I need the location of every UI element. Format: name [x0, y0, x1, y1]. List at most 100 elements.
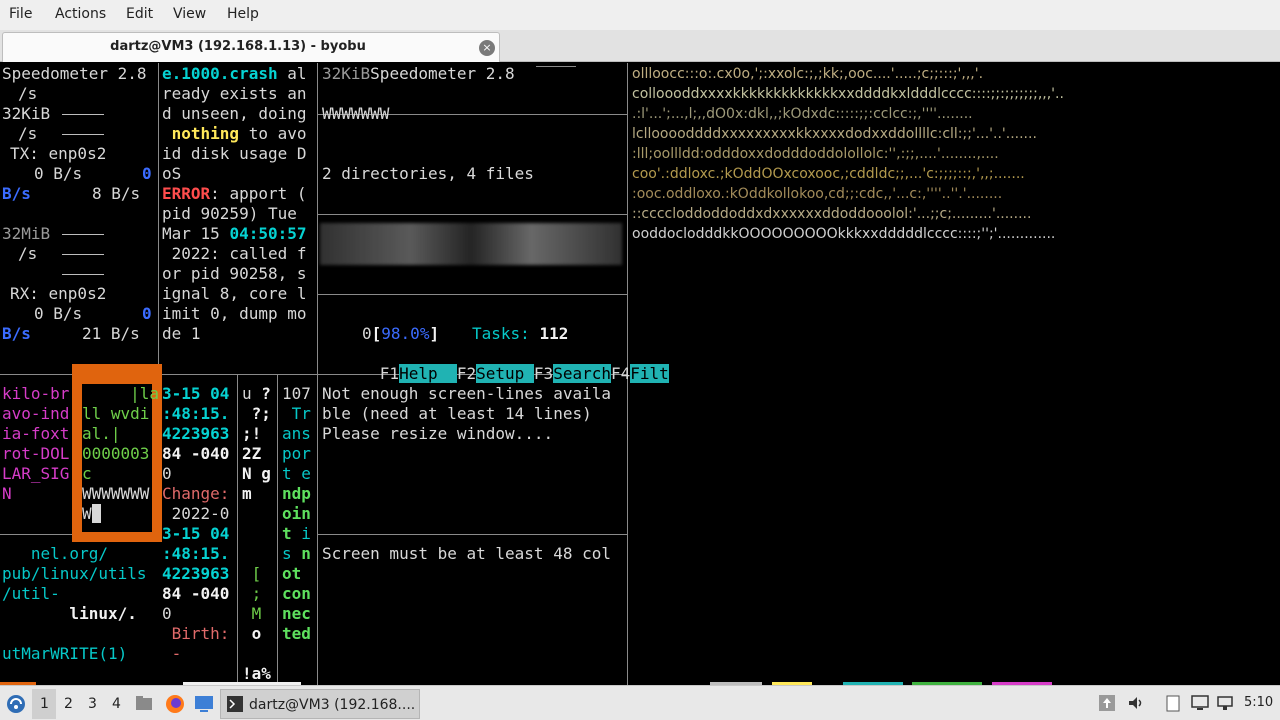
graph-tick	[62, 274, 104, 275]
tx-unit: B/s	[2, 184, 31, 203]
speedometer-title: Speedometer 2.8	[2, 64, 147, 83]
log-line: Mar 15 04:50:57	[162, 224, 307, 243]
man-header: utMarWRITE(1)	[2, 644, 128, 663]
htop-tasks: Tasks: 112	[472, 324, 569, 343]
clipboard-icon[interactable]	[1164, 694, 1182, 712]
f2-key[interactable]: F2Setup	[457, 364, 534, 383]
log-line: or pid 90258, s	[162, 264, 307, 283]
stat-line: :48:15.	[162, 404, 230, 423]
menu-edit[interactable]: Edit	[126, 6, 153, 22]
menu-view[interactable]: View	[173, 6, 206, 22]
workspace-1[interactable]: 1	[40, 696, 49, 712]
pane-text: al.|	[82, 424, 121, 443]
f3-key[interactable]: F3Search	[534, 364, 611, 383]
speedometer-header: 32KiBSpeedometer 2.8	[322, 64, 515, 83]
pane-text: rot-DOL	[2, 444, 70, 463]
workspace-4[interactable]: 4	[112, 696, 121, 712]
graph-tick	[62, 114, 104, 115]
volume-icon[interactable]	[1127, 694, 1145, 712]
rx-unit: B/s	[2, 324, 31, 343]
rx-interface-label: RX: enp0s2	[10, 284, 107, 303]
rate-unit: /s	[18, 84, 38, 103]
pane-text: 107	[282, 384, 311, 403]
start-menu-icon[interactable]	[6, 694, 26, 714]
pane-divider	[158, 63, 159, 374]
rx-zero-scale: 0	[142, 304, 152, 323]
pane-text: W	[82, 504, 102, 524]
pane-text: LAR_SIG	[2, 464, 70, 483]
pane-text: M	[242, 604, 262, 623]
pane-text: o	[242, 624, 262, 643]
pane-text: nec	[282, 604, 311, 623]
firefox-icon[interactable]	[165, 694, 185, 714]
url-line: pub/linux/utils	[2, 564, 147, 583]
f1-key[interactable]: F1Help	[380, 364, 457, 383]
pane-text: ll wvdi	[82, 404, 150, 423]
log-line: e.1000.crash al	[162, 64, 307, 83]
pane-text: kilo-br	[2, 384, 70, 403]
url-line: linux/.	[2, 604, 137, 623]
terminal-screen[interactable]: Speedometer 2.8 /s 32KiB /s TX: enp0s2 0…	[0, 63, 1280, 685]
stat-line: Change:	[162, 484, 230, 503]
ascii-art-line: .:l'...';...,l;,,dO0x:dkl,,;kOdxdc:::::;…	[632, 106, 973, 122]
stat-line: 84 -040	[162, 444, 230, 463]
warning-line: Please resize window....	[322, 424, 554, 443]
pane-text: |la	[82, 384, 160, 403]
menu-bar: File Actions Edit View Help	[0, 0, 1280, 30]
pane-text: con	[282, 584, 311, 603]
taskbar-terminal-button[interactable]: dartz@VM3 (192.168....	[220, 689, 420, 719]
pane-text: !a%	[242, 664, 271, 683]
stat-line: 4223963	[162, 564, 230, 583]
menu-help[interactable]: Help	[227, 6, 259, 22]
workspace-2[interactable]: 2	[64, 696, 73, 712]
pane-text: WWWWWWW	[82, 484, 150, 503]
log-line: oS	[162, 164, 182, 183]
rx-zero-rate: 0 B/s	[34, 304, 83, 323]
pane-text: 0000003	[82, 444, 150, 463]
stat-line: 4223963	[162, 424, 230, 443]
network-icon[interactable]	[1216, 694, 1234, 712]
f4-key[interactable]: F4Filt	[611, 364, 669, 383]
pane-text: avo-ind	[2, 404, 70, 423]
upload-icon[interactable]	[1098, 694, 1116, 712]
warning-line: ble (need at least 14 lines)	[322, 404, 592, 423]
clock[interactable]: 5:10	[1244, 695, 1273, 710]
rx-scale-label: 32MiB	[2, 224, 51, 243]
close-tab-icon[interactable]: ×	[479, 40, 495, 56]
stat-line: 0	[162, 464, 172, 483]
pane-text: por	[282, 444, 311, 463]
ascii-art-line: ::ccccloddoddoddxdxxxxxxddoddooolol:'...…	[632, 206, 1032, 222]
pane-text: ?;	[242, 404, 271, 423]
warning-line: Screen must be at least 48 col	[322, 544, 611, 563]
pane-text: 2Z	[242, 444, 262, 463]
log-line: pid 90259) Tue	[162, 204, 297, 223]
desktop-icon[interactable]	[194, 695, 214, 713]
tx-scale-label: 32KiB	[2, 104, 51, 123]
log-line: d unseen, doing	[162, 104, 307, 123]
stat-line: Birth:	[162, 624, 230, 643]
log-line: ERROR: apport (	[162, 184, 307, 203]
pane-text: N	[2, 484, 12, 503]
menu-actions[interactable]: Actions	[55, 6, 106, 22]
pane-text: ia-foxt	[2, 424, 70, 443]
rx-current-rate: 21 B/s	[82, 324, 140, 343]
log-line: 2022: called f	[162, 244, 307, 263]
terminal-icon	[227, 696, 243, 712]
ascii-art-line: coo'.:ddloxc.;kOddOOxcoxooc,;cddldc;;,..…	[632, 166, 1025, 182]
log-line: ignal 8, core l	[162, 284, 307, 303]
menu-file[interactable]: File	[9, 6, 32, 22]
stat-line: 2022-0	[162, 504, 230, 523]
log-line: ready exists an	[162, 84, 307, 103]
graph-tick	[62, 234, 104, 235]
display-icon[interactable]	[1191, 694, 1209, 712]
ascii-art-line: lcllooooddddxxxxxxxxxkkxxxxdodxxddollllc…	[632, 126, 1037, 142]
graph-tick	[62, 134, 104, 135]
log-line: id disk usage D	[162, 144, 307, 163]
ascii-art-line: colloooddxxxxkkkkkkkkkkkkkxxddddkxldddlc…	[632, 86, 1064, 102]
terminal-tab[interactable]: dartz@VM3 (192.168.1.13) - byobu ×	[2, 32, 500, 62]
pane-text: t e	[282, 464, 311, 483]
workspace-3[interactable]: 3	[88, 696, 97, 712]
stat-line: 84 -040	[162, 584, 230, 603]
file-manager-icon[interactable]	[135, 695, 153, 711]
tx-zero-scale: 0	[142, 164, 152, 183]
